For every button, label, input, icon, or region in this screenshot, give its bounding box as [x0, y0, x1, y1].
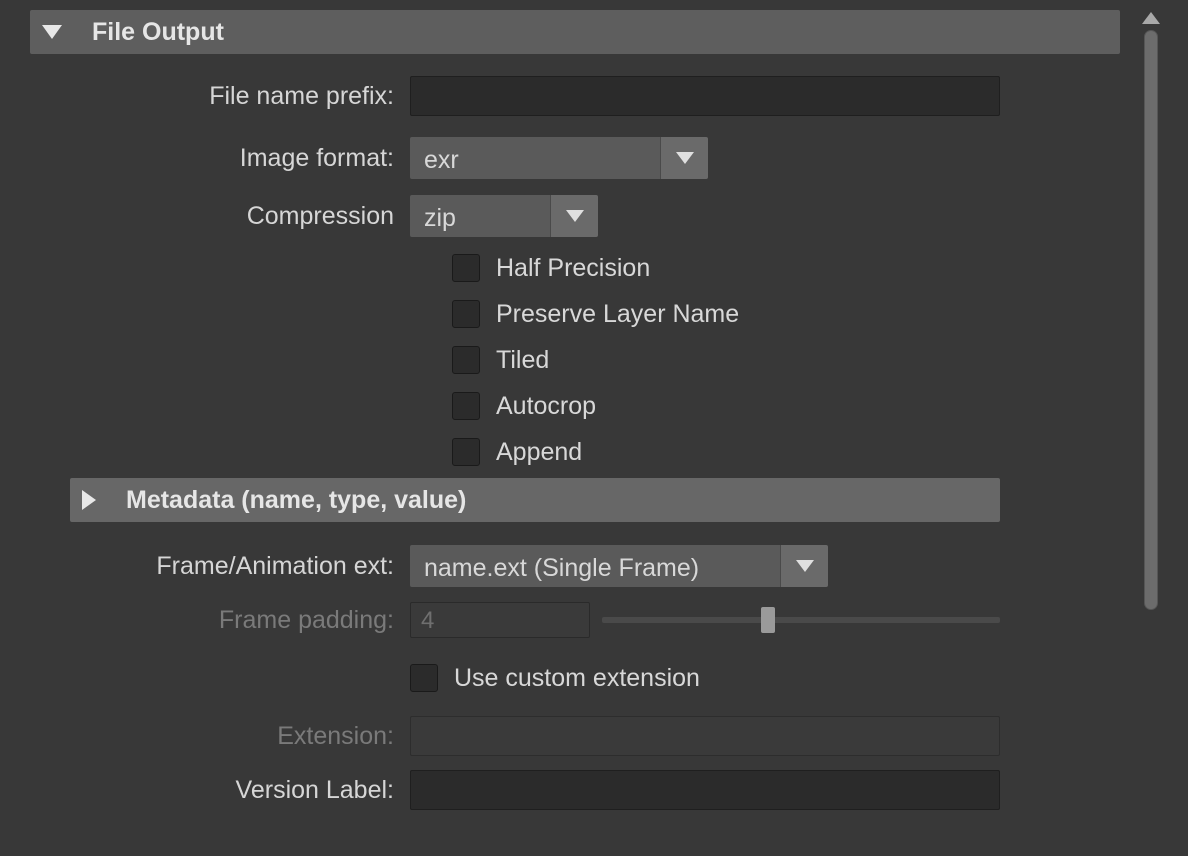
dropdown-button[interactable] — [550, 195, 598, 237]
slider-track[interactable] — [602, 617, 1000, 623]
section-header-metadata[interactable]: Metadata (name, type, value) — [70, 478, 1000, 522]
extension-input — [410, 716, 1000, 756]
row-frame-animation-ext: Frame/Animation ext: name.ext (Single Fr… — [0, 544, 1130, 588]
checkbox-box[interactable] — [452, 392, 480, 420]
checkbox-label: Half Precision — [496, 254, 650, 283]
checkbox-box[interactable] — [452, 346, 480, 374]
section-title: Metadata (name, type, value) — [126, 486, 466, 515]
label-extension: Extension: — [0, 722, 410, 751]
checkbox-label: Tiled — [496, 346, 549, 375]
label-version-label: Version Label: — [0, 776, 410, 805]
checkbox-preserve-layer-name[interactable]: Preserve Layer Name — [452, 294, 1130, 334]
chevron-right-icon — [82, 490, 96, 510]
section-header-file-output[interactable]: File Output — [30, 10, 1120, 54]
row-image-format: Image format: exr — [0, 136, 1130, 180]
dropdown-button[interactable] — [660, 137, 708, 179]
label-frame-animation-ext: Frame/Animation ext: — [0, 552, 410, 581]
checkbox-tiled[interactable]: Tiled — [452, 340, 1130, 380]
settings-panel: File Output File name prefix: Image form… — [0, 0, 1130, 856]
checkbox-box[interactable] — [452, 438, 480, 466]
file-name-prefix-input[interactable] — [410, 76, 1000, 116]
checkbox-label: Use custom extension — [454, 664, 700, 693]
chevron-down-icon — [566, 210, 584, 222]
checkbox-autocrop[interactable]: Autocrop — [452, 386, 1130, 426]
chevron-down-icon — [676, 152, 694, 164]
checkbox-append[interactable]: Append — [452, 432, 1130, 472]
image-format-dropdown[interactable]: exr — [410, 137, 708, 179]
row-use-custom-extension: Use custom extension — [0, 652, 1130, 704]
checkbox-half-precision[interactable]: Half Precision — [452, 248, 1130, 288]
dropdown-value: exr — [410, 137, 660, 179]
row-version-label: Version Label: — [0, 768, 1130, 812]
checkbox-box[interactable] — [452, 300, 480, 328]
chevron-down-icon — [796, 560, 814, 572]
label-image-format: Image format: — [0, 144, 410, 173]
slider-thumb[interactable] — [761, 607, 775, 633]
frame-padding-slider[interactable]: 4 — [410, 602, 1000, 638]
checkbox-label: Append — [496, 438, 582, 467]
scroll-thumb[interactable] — [1144, 30, 1158, 610]
label-compression: Compression — [0, 202, 410, 231]
scroll-up-arrow-icon[interactable] — [1142, 12, 1160, 24]
checkbox-box[interactable] — [452, 254, 480, 282]
row-file-name-prefix: File name prefix: — [0, 74, 1130, 118]
frame-animation-ext-dropdown[interactable]: name.ext (Single Frame) — [410, 545, 828, 587]
label-frame-padding: Frame padding: — [0, 606, 410, 635]
checkbox-box[interactable] — [410, 664, 438, 692]
checkbox-label: Autocrop — [496, 392, 596, 421]
vertical-scrollbar[interactable] — [1142, 12, 1160, 832]
row-frame-padding: Frame padding: 4 — [0, 598, 1130, 642]
version-label-input[interactable] — [410, 770, 1000, 810]
label-file-name-prefix: File name prefix: — [0, 82, 410, 111]
row-extension: Extension: — [0, 714, 1130, 758]
row-compression: Compression zip — [0, 194, 1130, 238]
section-title: File Output — [92, 18, 224, 47]
slider-value[interactable]: 4 — [410, 602, 590, 638]
dropdown-value: zip — [410, 195, 550, 237]
dropdown-value: name.ext (Single Frame) — [410, 545, 780, 587]
checkbox-use-custom-extension[interactable]: Use custom extension — [410, 658, 700, 698]
chevron-down-icon — [42, 25, 62, 39]
checkbox-label: Preserve Layer Name — [496, 300, 739, 329]
compression-dropdown[interactable]: zip — [410, 195, 598, 237]
dropdown-button[interactable] — [780, 545, 828, 587]
